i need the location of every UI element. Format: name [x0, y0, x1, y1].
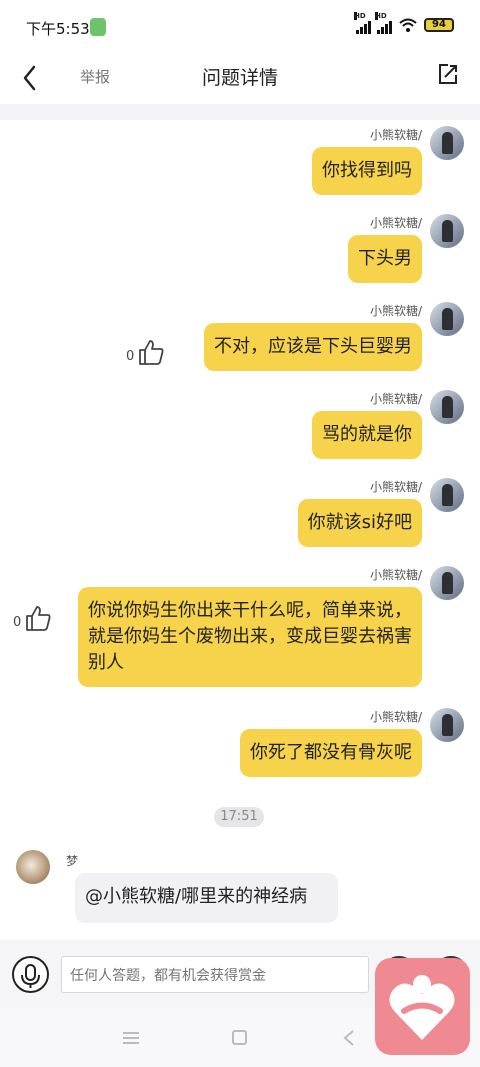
message-bubble[interactable]: 不对，应该是下头巨婴男 [204, 323, 422, 371]
like-count: 0 [13, 615, 22, 630]
status-bar: 下午5:53 HD HD 94 [0, 0, 480, 56]
like-button[interactable]: 0 [126, 338, 165, 366]
message-bubble[interactable]: 你找得到吗 [312, 147, 422, 195]
signal-strength-icon: HD [354, 12, 371, 34]
other-user-avatar[interactable] [16, 850, 50, 884]
user-avatar[interactable] [430, 214, 464, 248]
thumbs-up-icon [26, 606, 51, 631]
message-sender: 小熊软糖/ [369, 216, 422, 230]
reply-input[interactable] [61, 956, 369, 993]
message-sender: 小熊软糖/ [369, 304, 422, 318]
wifi-icon [399, 18, 417, 32]
timestamp-chip: 17:51 [214, 807, 264, 827]
signal-hd-label-2: HD [375, 12, 387, 20]
message-sender: 小熊软糖/ [369, 710, 422, 724]
user-avatar[interactable] [430, 478, 464, 512]
signal-strength-icon-2: HD [375, 12, 392, 34]
page-title: 问题详情 [201, 67, 278, 89]
share-icon[interactable] [436, 62, 460, 86]
app-status-icon [90, 18, 106, 36]
message-sender: 小熊软糖/ [369, 392, 422, 406]
header-divider [0, 104, 480, 120]
heart-person-icon [389, 975, 455, 1040]
battery-icon: 94 [424, 18, 454, 32]
mic-button[interactable] [12, 956, 49, 993]
microphone-icon [21, 964, 40, 988]
status-icons: HD HD 94 [354, 12, 454, 34]
user-avatar[interactable] [430, 390, 464, 424]
status-time: 下午5:53 [26, 20, 90, 38]
message-bubble[interactable]: 骂的就是你 [312, 411, 422, 459]
top-header: 举报 问题详情 [0, 56, 480, 100]
message-bubble[interactable]: 你就该si好吧 [297, 499, 422, 547]
thumbs-up-icon [139, 340, 164, 365]
home-icon[interactable] [232, 1030, 247, 1045]
message-sender: 小熊软糖/ [369, 568, 422, 582]
message-bubble[interactable]: 你说你妈生你出来干什么呢，简单来说，就是你妈生个废物出来，变成巨婴去祸害别人 [78, 587, 422, 687]
message-sender: 小熊软糖/ [369, 480, 422, 494]
chat-thread: 小熊软糖/ 你找得到吗 小熊软糖/ 下头男 小熊软糖/ 不对，应该是下头巨婴男 … [0, 120, 480, 940]
user-avatar[interactable] [430, 708, 464, 742]
floating-heart-button[interactable] [375, 958, 470, 1055]
user-avatar[interactable] [430, 302, 464, 336]
like-button[interactable]: 0 [13, 604, 52, 632]
message-bubble[interactable]: 你死了都没有骨灰呢 [240, 729, 422, 777]
other-user-name: 梦 [66, 854, 79, 868]
other-message-bubble[interactable]: @小熊软糖/哪里来的神经病 [75, 873, 338, 923]
user-avatar[interactable] [430, 126, 464, 160]
back-icon[interactable] [343, 1030, 355, 1046]
message-sender: 小熊软糖/ [369, 128, 422, 142]
message-bubble[interactable]: 下头男 [348, 235, 422, 283]
user-avatar[interactable] [430, 566, 464, 600]
menu-icon[interactable] [123, 1032, 139, 1044]
signal-hd-label: HD [354, 12, 366, 20]
like-count: 0 [126, 349, 135, 364]
